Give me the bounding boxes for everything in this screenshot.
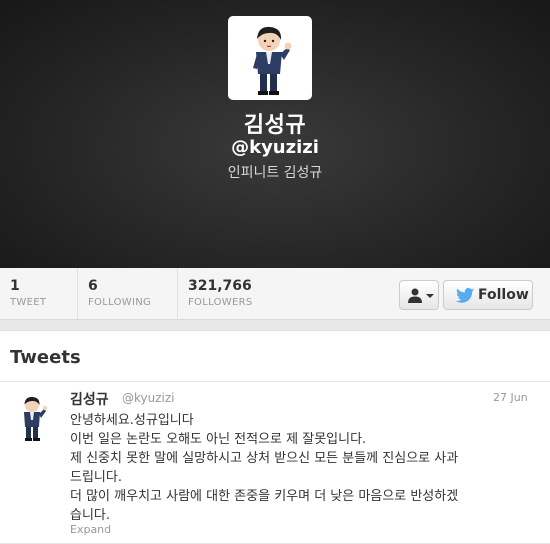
tweet-text-line: 더 많이 깨우치고 사람에 대한 존중을 키우며 더 낮은 마음으로 반성하겠 [70,489,459,504]
stat-tweets[interactable]: 1 TWEET [0,268,77,320]
chevron-down-icon [426,294,434,298]
profile-header: 김성규 @kyuzizi 인피니트 김성규 [0,0,550,268]
stat-followers-value: 321,766 [188,278,252,294]
tweet-text-line: 안녕하세요.성규입니다 [70,413,194,428]
tweet-timestamp[interactable]: 27 Jun [493,391,528,404]
person-icon [408,288,422,303]
stat-tweets-value: 1 [10,278,20,294]
profile-bio: 인피니트 김성규 [227,165,323,181]
stat-following[interactable]: 6 FOLLOWING [77,268,177,320]
stat-following-value: 6 [88,278,98,294]
stat-tweets-label: TWEET [10,297,47,308]
follow-button-label: Follow [478,287,529,303]
tweet-text-line: 습니다. [70,508,111,523]
profile-avatar[interactable] [228,16,312,100]
profile-full-name: 김성규 [243,113,307,138]
stat-following-label: FOLLOWING [88,297,152,308]
tweet-author-name[interactable]: 김성규 [70,389,109,409]
tweet-item[interactable]: 김성규 @kyuzizi 27 Jun 안녕하세요.성규입니다 이번 일은 논란… [0,382,550,544]
tweet-text-line: 이번 일은 논란도 오해도 아닌 전적으로 제 잘못입니다. [70,432,367,447]
profile-screen-name[interactable]: @kyuzizi [0,137,550,158]
twitter-bird-icon [456,288,474,303]
stat-followers[interactable]: 321,766 FOLLOWERS [177,268,297,320]
tweet-text-line: 드립니다. [70,470,122,485]
tweet-text-line: 제 신중치 못한 말에 실망하시고 상처 받으신 모든 분들께 진심으로 사과 [70,451,459,466]
tweet-author-handle[interactable]: @kyuzizi [122,391,175,405]
follow-button[interactable]: Follow [443,280,533,310]
user-actions-dropdown[interactable] [399,280,439,310]
stat-followers-label: FOLLOWERS [188,297,253,308]
tweet-avatar[interactable] [14,394,50,442]
tweets-heading: Tweets [10,347,81,368]
tweet-expand-link[interactable]: Expand [70,523,111,536]
avatar-illustration [232,20,308,96]
tweets-panel: Tweets 김성규 @kyuzizi 27 Jun 안녕하세요.성규입니다 이… [0,330,550,543]
